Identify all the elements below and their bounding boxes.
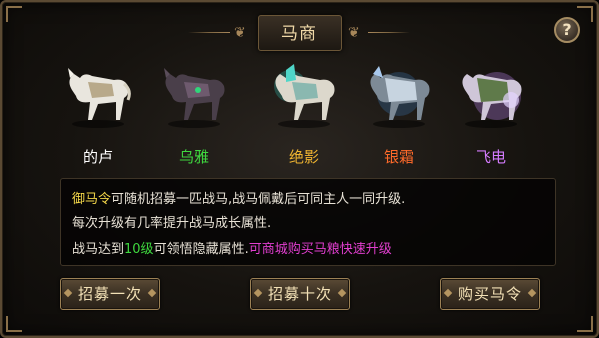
horse-name-jueying: 绝影 [288, 148, 319, 166]
horse-name-wuya: 乌雅 [178, 148, 209, 166]
shop-promo-text: 可商城购买马粮快速升级 [248, 242, 392, 257]
corner-ornament [577, 316, 593, 332]
title-divider-right [368, 32, 410, 33]
recruit-once-button[interactable]: 招募一次 [60, 278, 160, 310]
horse-name-feidian: 飞电 [475, 148, 506, 166]
horse-name-yinshuang: 银霜 [383, 148, 414, 166]
horse-icon [370, 66, 430, 128]
horse-jueying-image[interactable] [264, 60, 344, 130]
help-button[interactable]: ? [554, 17, 580, 43]
window-title: 马商 [281, 24, 317, 44]
description-line-1: 御马令可随机招募一匹战马,战马佩戴后可同主人一同升级. [72, 188, 405, 207]
description-text: 战马达到 [72, 242, 125, 257]
horse-icon [274, 64, 335, 128]
description-text: 可随机招募一匹战马,战马佩戴后可同主人一同升级. [111, 192, 406, 207]
horse-icon [68, 68, 131, 128]
item-name-highlight: 御马令 [72, 192, 112, 207]
swirl-ornament-icon: ❦ [234, 25, 246, 41]
title-divider-left [188, 32, 230, 33]
level-highlight: 10级 [124, 242, 154, 257]
recruit-ten-button[interactable]: 招募十次 [250, 278, 350, 310]
horse-yinshuang-image[interactable] [359, 60, 439, 130]
swirl-ornament-icon: ❦ [348, 25, 360, 41]
corner-ornament [577, 6, 593, 22]
horse-icon [164, 68, 225, 128]
horse-wuya-image[interactable] [154, 60, 234, 130]
corner-ornament [6, 316, 22, 332]
corner-ornament [6, 6, 22, 22]
horse-feidian-image[interactable] [451, 60, 531, 130]
horse-name-dilu: 的卢 [82, 148, 113, 166]
description-line-3: 战马达到10级可领悟隐藏属性.可商城购买马粮快速升级 [72, 238, 392, 257]
description-line-2: 每次升级有几率提升战马成长属性. [72, 216, 272, 231]
horse-dilu-image[interactable] [58, 60, 138, 130]
buy-horse-token-button[interactable]: 购买马令 [440, 278, 540, 310]
horse-icon [462, 72, 522, 128]
description-text: 可领悟隐藏属性. [153, 242, 249, 257]
